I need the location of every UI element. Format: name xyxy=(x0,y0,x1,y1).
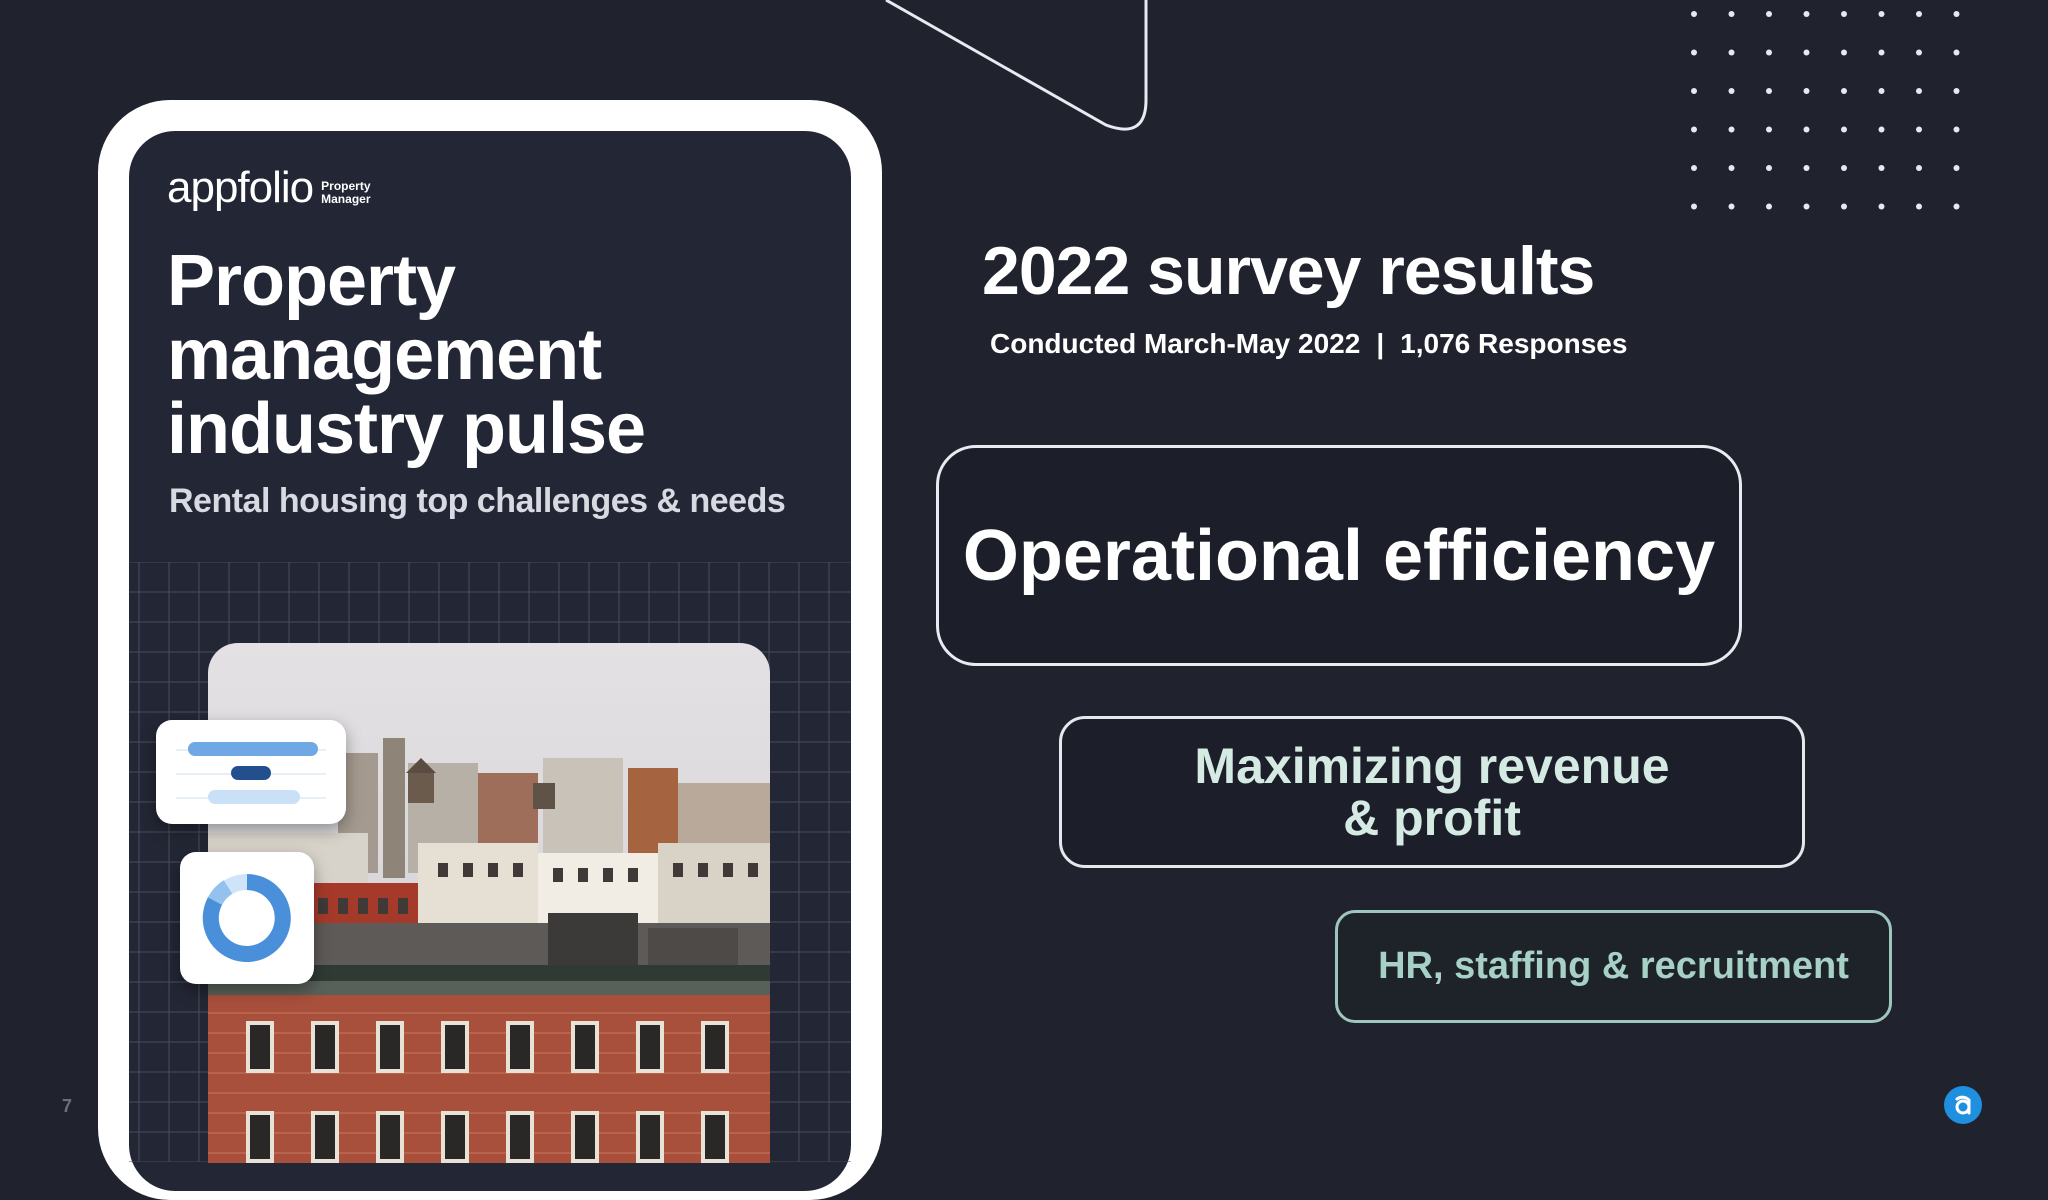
decorative-dot xyxy=(1803,88,1810,94)
decorative-dot xyxy=(1878,88,1885,94)
decorative-dot xyxy=(1728,126,1735,133)
decorative-dot xyxy=(1766,165,1772,171)
decorative-dot xyxy=(1728,203,1735,210)
survey-conducted: Conducted March-May 2022 xyxy=(990,328,1361,359)
decorative-dot xyxy=(1916,165,1922,171)
decorative-dot xyxy=(1916,49,1922,56)
decorative-dot xyxy=(1766,11,1772,17)
decorative-dot xyxy=(1878,11,1885,17)
decorative-dot xyxy=(1841,165,1847,171)
decorative-dot xyxy=(1766,126,1772,133)
survey-responses: 1,076 Responses xyxy=(1400,328,1628,359)
brand-product-line1: Property xyxy=(321,179,371,193)
brand-product-line2: Manager xyxy=(321,192,371,206)
decorative-dot xyxy=(1691,126,1697,133)
decorative-dot xyxy=(1916,126,1922,133)
survey-title: 2022 survey results xyxy=(982,233,1595,309)
decorative-dot xyxy=(1953,49,1960,56)
decorative-dot xyxy=(1803,11,1810,17)
decorative-dot xyxy=(1691,49,1697,56)
decorative-dot xyxy=(1691,11,1697,17)
appfolio-logo-icon xyxy=(1944,1086,1982,1124)
decorative-dot xyxy=(1766,203,1772,210)
bar-list-icon xyxy=(176,742,326,804)
decorative-dot xyxy=(1916,203,1922,210)
challenge-operational-efficiency: Operational efficiency xyxy=(936,445,1742,666)
decorative-dot xyxy=(1878,165,1885,171)
decorative-dot xyxy=(1803,203,1810,210)
decorative-dot xyxy=(1841,126,1847,133)
decorative-dot xyxy=(1878,203,1885,210)
decorative-dot xyxy=(1766,88,1772,94)
decorative-dot xyxy=(1803,165,1810,171)
decorative-dot xyxy=(1916,11,1922,17)
brand-product: Property Manager xyxy=(321,180,370,210)
decorative-dot xyxy=(1953,203,1960,210)
decorative-dot xyxy=(1953,11,1960,17)
decorative-dot xyxy=(1691,165,1697,171)
challenge-maximizing-revenue: Maximizing revenue & profit xyxy=(1059,716,1805,868)
brand-name: appfolio xyxy=(167,163,314,212)
brand-logo: appfolio Property Manager xyxy=(167,166,371,210)
decorative-dot-grid xyxy=(1691,11,1960,210)
decorative-dot xyxy=(1691,88,1697,94)
decorative-dot xyxy=(1728,11,1735,17)
donut-chart-widget xyxy=(180,852,314,984)
decorative-dot xyxy=(1728,165,1735,171)
cover-subtitle: Rental housing top challenges & needs xyxy=(169,482,786,520)
decorative-dot xyxy=(1916,88,1922,94)
page-number: 7 xyxy=(62,1096,73,1116)
decorative-dot xyxy=(1803,126,1810,133)
decorative-dot xyxy=(1953,165,1960,171)
survey-separator: | xyxy=(1376,328,1385,359)
decorative-dot xyxy=(1691,203,1697,210)
decorative-dot xyxy=(1841,49,1847,56)
decorative-dot xyxy=(1728,88,1735,94)
decorative-dot xyxy=(1953,126,1960,133)
challenge-hr-staffing: HR, staffing & recruitment xyxy=(1335,910,1892,1023)
decorative-dot xyxy=(1728,49,1735,56)
decorative-dot xyxy=(1878,126,1885,133)
cover-title: Property management industry pulse xyxy=(167,241,646,469)
decorative-dot xyxy=(1841,88,1847,94)
bar-list-widget xyxy=(156,720,346,824)
decorative-dot xyxy=(1841,203,1847,210)
decorative-dot xyxy=(1841,11,1847,17)
survey-meta: Conducted March-May 2022 | 1,076 Respons… xyxy=(990,328,1627,360)
decorative-dot xyxy=(1953,88,1960,94)
challenge-maximizing-revenue-label: Maximizing revenue & profit xyxy=(1194,738,1670,846)
decorative-dot xyxy=(1803,49,1810,56)
decorative-dot xyxy=(1766,49,1772,56)
donut-chart-icon xyxy=(202,874,291,962)
decorative-triangle xyxy=(885,0,1148,131)
decorative-dot xyxy=(1878,49,1885,56)
